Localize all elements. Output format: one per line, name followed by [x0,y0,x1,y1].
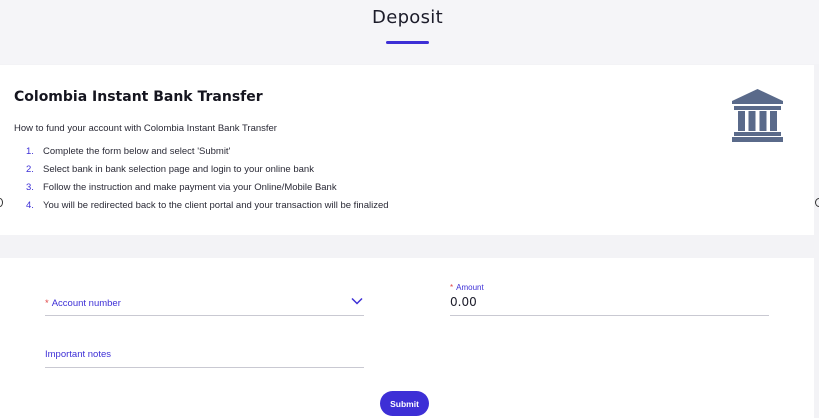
required-mark: * [450,283,454,292]
step-text: You will be redirected back to the clien… [43,199,389,211]
account-number-select[interactable]: * Account number [45,294,364,316]
carousel-next-icon[interactable] [815,198,819,207]
focus-indicator [403,157,409,160]
title-underline [386,41,429,44]
instructions-intro: How to fund your account with Colombia I… [14,123,277,134]
important-notes-field[interactable]: Important notes [45,346,364,368]
step-number: 2. [26,163,34,175]
step-number: 1. [26,145,34,157]
bank-icon [732,89,783,142]
step-text: Follow the instruction and make payment … [43,181,337,193]
instructions-list: 1. Complete the form below and select 'S… [26,142,389,214]
amount-label: * Amount [450,283,484,292]
important-notes-label: Important notes [45,349,112,360]
submit-button[interactable]: Submit [380,391,429,416]
page-title: Deposit [372,7,443,28]
step-text: Select bank in bank selection page and l… [43,163,314,175]
step-number: 4. [26,199,34,211]
deposit-form: *Account number *Amount Important notes … [0,258,814,418]
chevron-down-icon[interactable] [351,297,363,305]
amount-field[interactable]: * Amount [450,280,769,316]
instruction-step: 4. You will be redirected back to the cl… [26,196,389,214]
payment-method-title: Colombia Instant Bank Transfer [14,89,263,105]
instruction-step: 2. Select bank in bank selection page an… [26,160,389,178]
account-number-label: * Account number [45,298,121,309]
amount-input[interactable] [450,295,750,309]
step-number: 3. [26,181,34,193]
instruction-step: 3. Follow the instruction and make payme… [26,178,389,196]
page-header: Deposit [0,0,819,64]
step-text: Complete the form below and select 'Subm… [43,145,231,157]
instructions-card: Colombia Instant Bank Transfer How to fu… [0,65,814,235]
required-mark: * [45,298,49,309]
instruction-step: 1. Complete the form below and select 'S… [26,142,389,160]
